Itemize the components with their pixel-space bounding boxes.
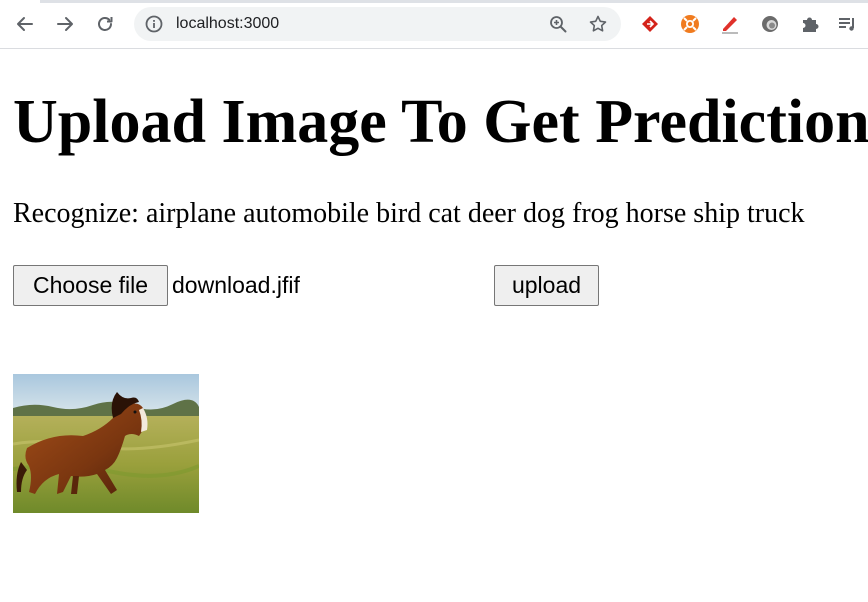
- zoom-in-icon[interactable]: [548, 14, 568, 34]
- grey-circle-extension-icon[interactable]: [759, 13, 781, 35]
- page-title: Upload Image To Get Prediction: [13, 88, 868, 156]
- reload-icon[interactable]: [90, 9, 120, 39]
- active-tab-edge[interactable]: [0, 0, 40, 3]
- recognize-classes-text: Recognize: airplane automobile bird cat …: [13, 198, 805, 229]
- choose-file-button[interactable]: Choose file: [13, 265, 168, 306]
- url-text[interactable]: localhost:3000: [176, 15, 279, 33]
- red-pen-extension-icon[interactable]: [719, 13, 741, 35]
- address-bar[interactable]: localhost:3000: [134, 7, 621, 41]
- red-diamond-extension-icon[interactable]: [639, 13, 661, 35]
- info-icon[interactable]: [144, 14, 164, 34]
- orange-lifebuoy-extension-icon[interactable]: [679, 13, 701, 35]
- horse-photo: [13, 374, 199, 513]
- puzzle-piece-icon[interactable]: [799, 13, 821, 35]
- tab-strip: [0, 0, 868, 3]
- star-icon[interactable]: [588, 14, 608, 34]
- back-arrow-icon[interactable]: [10, 9, 40, 39]
- selected-file-name: download.jfif: [172, 272, 300, 298]
- reading-list-icon[interactable]: [836, 13, 858, 35]
- upload-button[interactable]: upload: [494, 265, 599, 306]
- browser-toolbar: localhost:3000: [0, 0, 868, 49]
- forward-arrow-icon[interactable]: [50, 9, 80, 39]
